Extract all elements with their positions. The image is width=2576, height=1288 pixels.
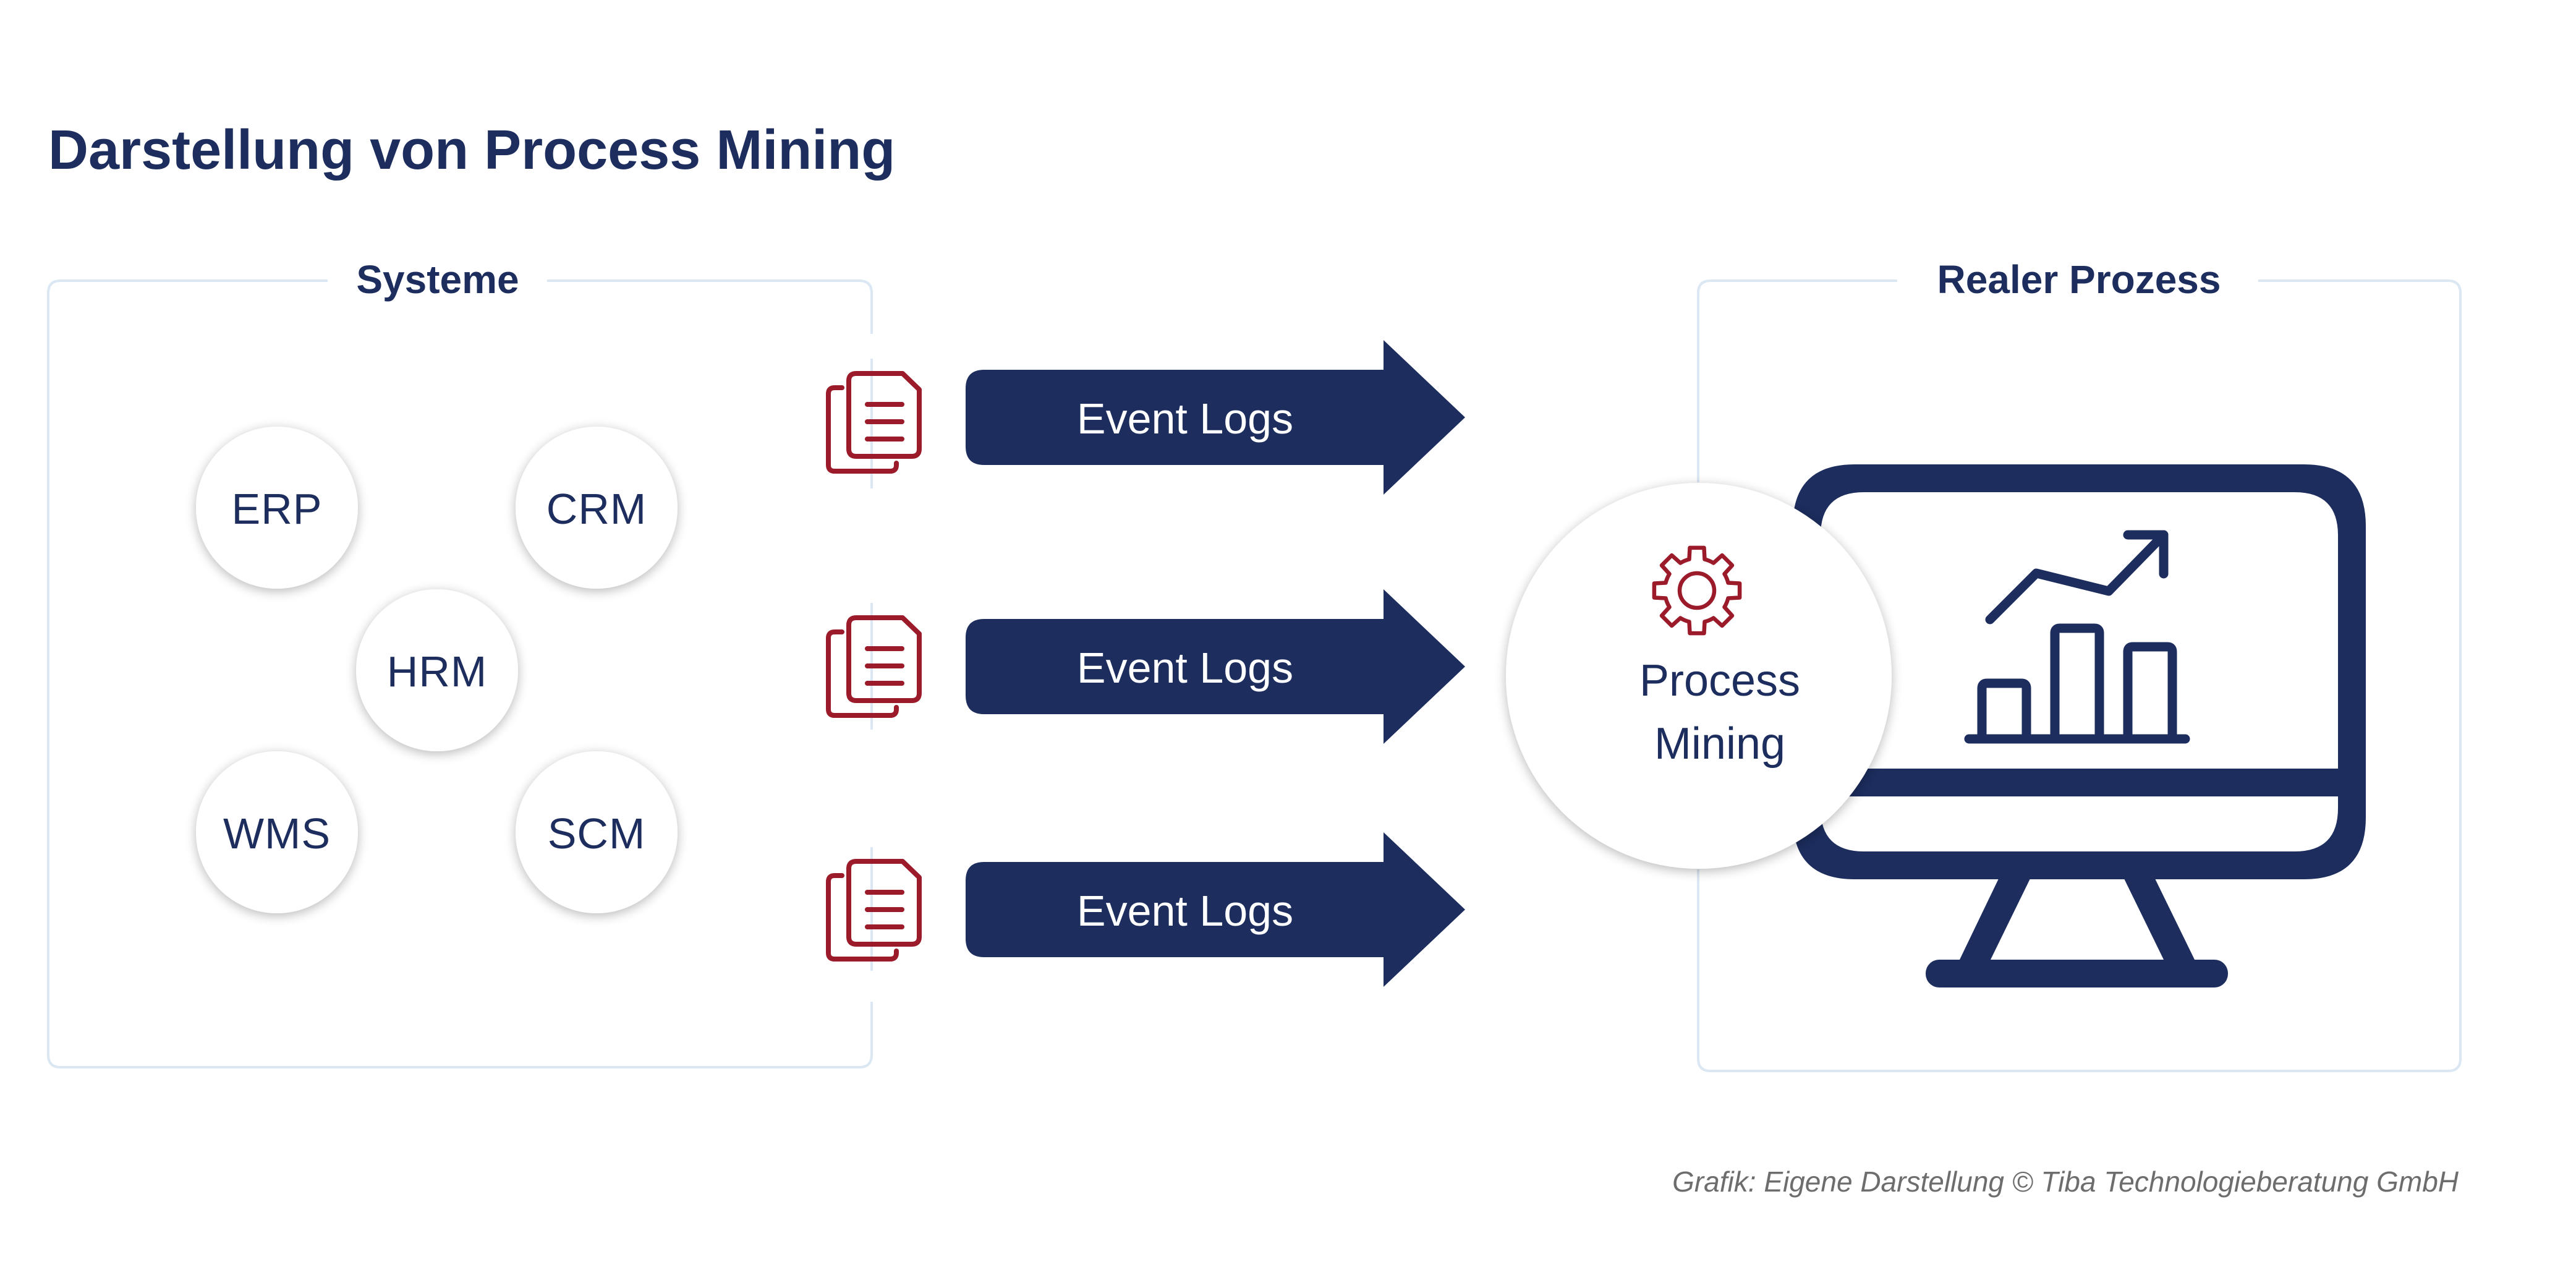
- system-label-scm: SCM: [547, 809, 646, 858]
- chart-trend-line: [1985, 530, 2169, 625]
- event-log-label-2: Event Logs: [1076, 644, 1294, 692]
- process-mining-label-line1: Process: [1639, 656, 1801, 706]
- documents-icon: [828, 861, 919, 959]
- chart-bar-3: [2123, 642, 2177, 744]
- process-panel-label: Realer Prozess: [1926, 260, 2232, 299]
- event-log-label-1: Event Logs: [1076, 395, 1294, 443]
- footer-credit: Grafik: Eigene Darstellung © Tiba Techno…: [1672, 1166, 2459, 1198]
- bar-chart-trend-up-icon: [1964, 530, 2190, 744]
- process-mining-diagram: Darstellung von Process Mining Systeme R…: [0, 0, 2576, 1288]
- chart-bar-2: [2050, 623, 2104, 744]
- system-label-wms: WMS: [223, 809, 331, 858]
- chart-bar-1: [1977, 678, 2031, 744]
- process-mining-label-line2: Mining: [1654, 719, 1786, 769]
- documents-icon: [828, 373, 919, 471]
- system-label-erp: ERP: [231, 485, 323, 533]
- system-label-hrm: HRM: [386, 647, 488, 696]
- event-log-label-3: Event Logs: [1076, 887, 1294, 935]
- page-title: Darstellung von Process Mining: [48, 119, 896, 181]
- systems-panel-label: Systeme: [345, 260, 530, 299]
- system-label-crm: CRM: [546, 485, 647, 533]
- documents-icon: [828, 618, 919, 715]
